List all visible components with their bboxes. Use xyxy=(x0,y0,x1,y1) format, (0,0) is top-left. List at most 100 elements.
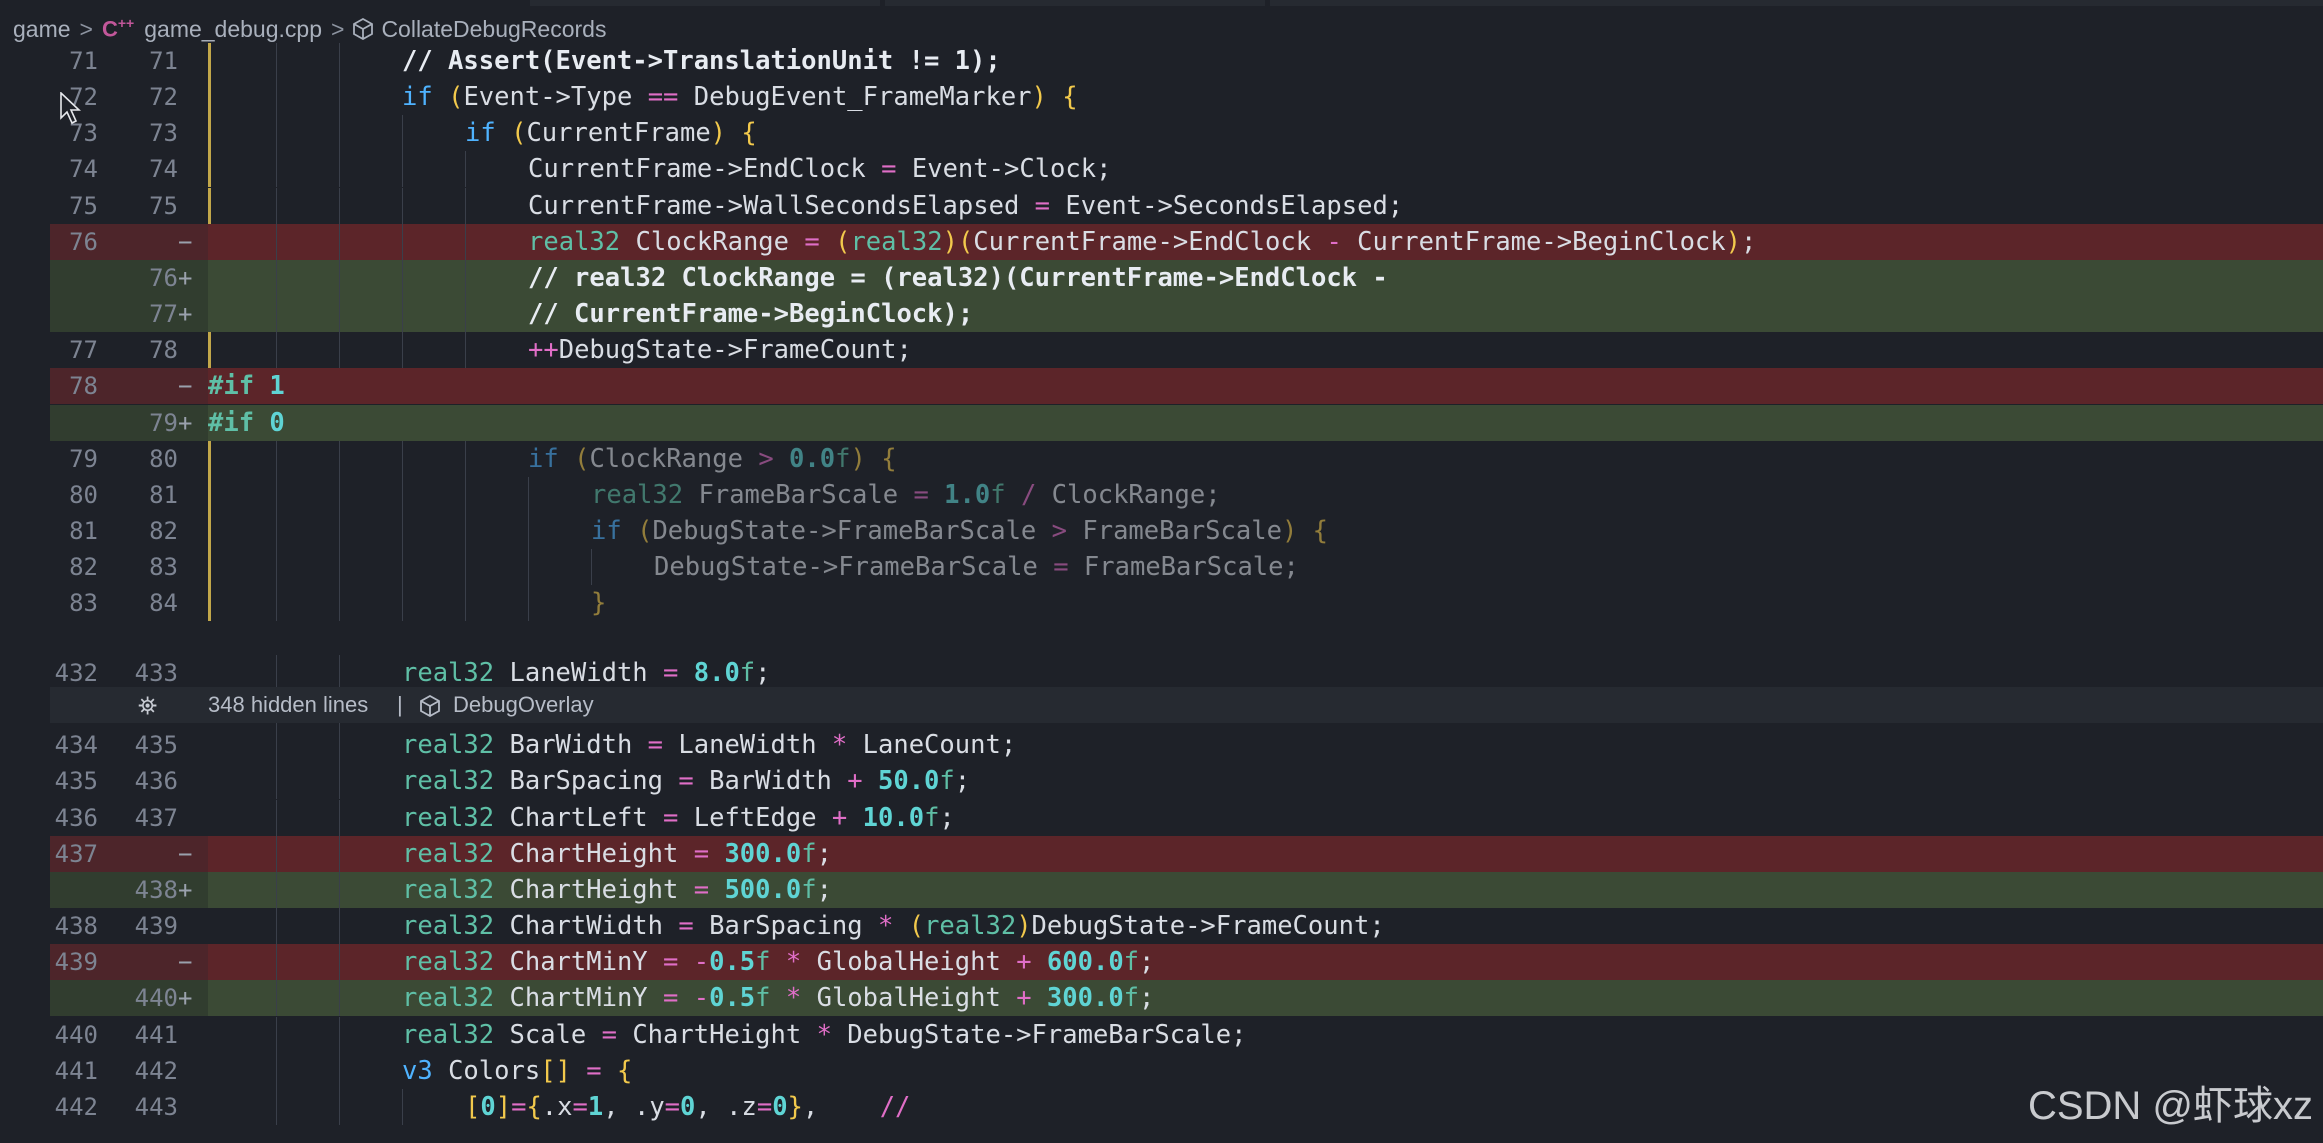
code-line[interactable]: 438 439 real32 ChartWidth = BarSpacing * (… xyxy=(50,908,2323,945)
indent-guide xyxy=(339,259,340,296)
removed-line[interactable]: 437 − real32 ChartHeight = 300.0f; xyxy=(50,835,2323,872)
code-text[interactable]: CurrentFrame->WallSecondsElapsed = Event… xyxy=(208,188,2323,224)
code-text[interactable]: // Assert(Event->TranslationUnit != 1); xyxy=(208,43,2323,79)
old-line-number: 435 xyxy=(54,767,98,796)
indent-guide xyxy=(402,585,403,622)
indent-guide xyxy=(276,151,277,188)
hidden-lines-bar[interactable]: ⛯ 348 hidden lines | DebugOverlay xyxy=(50,687,2323,723)
old-line-number: 75 xyxy=(69,191,98,220)
code-text[interactable]: [0]={.x=1, .y=0, .z=0}, // xyxy=(208,1089,2323,1125)
code-text[interactable]: real32 Scale = ChartHeight * DebugState-… xyxy=(208,1017,2323,1053)
removed-marker: − xyxy=(178,948,193,977)
indent-guide xyxy=(276,763,277,800)
breadcrumb-symbol[interactable]: CollateDebugRecords xyxy=(381,16,606,43)
new-line-number: 441 xyxy=(134,1020,178,1049)
code-text[interactable]: DebugState->FrameBarScale = FrameBarScal… xyxy=(208,549,2323,585)
code-text[interactable]: real32 ChartMinY = -0.5f * GlobalHeight … xyxy=(208,944,2323,981)
new-line-number: 82 xyxy=(149,516,178,545)
indent-guide xyxy=(528,549,529,586)
code-line[interactable]: 432 433 real32 LaneWidth = 8.0f; xyxy=(50,655,2323,691)
code-text[interactable]: if (ClockRange > 0.0f) { xyxy=(208,441,2323,477)
indent-guide xyxy=(276,980,277,1017)
added-line[interactable]: 440 + real32 ChartMinY = -0.5f * GlobalHei… xyxy=(50,980,2323,1017)
indent-guide xyxy=(339,440,340,477)
code-text[interactable]: CurrentFrame->EndClock = Event->Clock; xyxy=(208,151,2323,187)
unfold-icon[interactable]: ⛯ xyxy=(138,693,157,721)
breadcrumb-root[interactable]: game xyxy=(13,16,71,43)
code-line[interactable]: 440 441 real32 Scale = ChartHeight * Debug… xyxy=(50,1016,2323,1053)
code-line[interactable]: 71 71 // Assert(Event->TranslationUnit != … xyxy=(50,43,2323,79)
indent-guide xyxy=(339,727,340,764)
code-text[interactable]: real32 ChartHeight = 300.0f; xyxy=(208,835,2323,872)
code-text[interactable]: } xyxy=(208,585,2323,621)
indent-guide xyxy=(276,1052,277,1089)
code-text[interactable]: #if 1 xyxy=(208,368,2323,405)
hidden-lines-count[interactable]: 348 hidden lines xyxy=(208,692,368,718)
indent-guide xyxy=(402,332,403,369)
code-line[interactable]: 435 436 real32 BarSpacing = BarWidth + 50.… xyxy=(50,763,2323,800)
indent-guide xyxy=(276,549,277,586)
code-text[interactable]: real32 ClockRange = (real32)(CurrentFram… xyxy=(208,223,2323,260)
code-line[interactable]: 75 75 CurrentFrame->WallSecondsElapsed = E… xyxy=(50,187,2323,224)
code-line[interactable]: 81 82 if (DebugState->FrameBarScale > Fram… xyxy=(50,512,2323,549)
code-line[interactable]: 79 80 if (ClockRange > 0.0f) { xyxy=(50,440,2323,477)
new-line-number: 71 xyxy=(149,47,178,75)
code-line[interactable]: 442 443 [0]={.x=1, .y=0, .z=0}, // xyxy=(50,1088,2323,1125)
code-line[interactable]: 441 442 v3 Colors[] = { xyxy=(50,1052,2323,1089)
code-text[interactable]: if (DebugState->FrameBarScale > FrameBar… xyxy=(208,513,2323,549)
code-text[interactable]: // real32 ClockRange = (real32)(CurrentF… xyxy=(208,259,2323,296)
added-line[interactable]: 76 + // real32 ClockRange = (real32)(Curre… xyxy=(50,259,2323,296)
code-text[interactable]: real32 ChartHeight = 500.0f; xyxy=(208,871,2323,908)
indent-guide xyxy=(465,332,466,369)
code-line[interactable]: 83 84} xyxy=(50,585,2323,622)
code-text[interactable]: real32 ChartLeft = LeftEdge + 10.0f; xyxy=(208,800,2323,836)
added-line[interactable]: 438 + real32 ChartHeight = 500.0f; xyxy=(50,871,2323,908)
code-text[interactable]: real32 FrameBarScale = 1.0f / ClockRange… xyxy=(208,477,2323,513)
removed-line[interactable]: 76 − real32 ClockRange = (real32)(CurrentF… xyxy=(50,223,2323,260)
code-line[interactable]: 434 435 real32 BarWidth = LaneWidth * Lane… xyxy=(50,727,2323,764)
new-line-number: 83 xyxy=(149,553,178,582)
code-line[interactable]: 72 72 if (Event->Type == DebugEvent_FrameM… xyxy=(50,79,2323,116)
added-line[interactable]: 79 + #if 0 xyxy=(50,404,2323,441)
new-line-number: 435 xyxy=(134,731,178,760)
breadcrumb-separator: > xyxy=(79,15,93,42)
code-text[interactable]: real32 ChartMinY = -0.5f * GlobalHeight … xyxy=(208,980,2323,1017)
new-line-number: 436 xyxy=(134,767,178,796)
mouse-pointer-icon xyxy=(60,92,82,125)
code-line[interactable]: 80 81 real32 FrameBarScale = 1.0f / ClockR… xyxy=(50,476,2323,513)
fold-symbol[interactable]: DebugOverlay xyxy=(453,692,594,718)
code-line[interactable]: 82 83 DebugState->FrameBarScale = FrameBar… xyxy=(50,549,2323,586)
indent-guide xyxy=(339,187,340,224)
indent-guide xyxy=(276,43,277,79)
new-line-number: 433 xyxy=(134,659,178,687)
code-text[interactable]: ++DebugState->FrameCount; xyxy=(208,332,2323,368)
breadcrumb-file[interactable]: game_debug.cpp xyxy=(144,16,322,43)
indent-guide xyxy=(465,549,466,586)
code-text[interactable]: real32 ChartWidth = BarSpacing * (real32… xyxy=(208,908,2323,944)
code-text[interactable]: real32 BarSpacing = BarWidth + 50.0f; xyxy=(208,763,2323,799)
code-text[interactable]: #if 0 xyxy=(208,404,2323,441)
removed-line[interactable]: 439 − real32 ChartMinY = -0.5f * GlobalHei… xyxy=(50,944,2323,981)
code-text[interactable]: real32 LaneWidth = 8.0f; xyxy=(208,655,2323,691)
code-line[interactable]: 73 73 if (CurrentFrame) { xyxy=(50,115,2323,152)
new-line-number: 80 xyxy=(149,444,178,473)
new-line-number: 84 xyxy=(149,589,178,618)
code-text[interactable]: if (Event->Type == DebugEvent_FrameMarke… xyxy=(208,79,2323,115)
code-text[interactable]: real32 BarWidth = LaneWidth * LaneCount; xyxy=(208,727,2323,763)
indent-guide xyxy=(339,512,340,549)
diff-editor[interactable]: 71 71 // Assert(Event->TranslationUnit != … xyxy=(0,43,2323,1143)
indent-guide xyxy=(528,512,529,549)
old-line-number: 440 xyxy=(54,1020,98,1049)
indent-guide xyxy=(465,476,466,513)
code-line[interactable]: 74 74 CurrentFrame->EndClock = Event->Cloc… xyxy=(50,151,2323,188)
new-line-number: 77 xyxy=(149,300,178,329)
indent-guide xyxy=(465,512,466,549)
code-text[interactable]: if (CurrentFrame) { xyxy=(208,115,2323,151)
added-line[interactable]: 77 + // CurrentFrame->BeginClock); xyxy=(50,296,2323,333)
cube-icon xyxy=(353,18,374,40)
code-text[interactable]: v3 Colors[] = { xyxy=(208,1053,2323,1089)
code-line[interactable]: 77 78 ++DebugState->FrameCount; xyxy=(50,332,2323,369)
code-text[interactable]: // CurrentFrame->BeginClock); xyxy=(208,296,2323,333)
code-line[interactable]: 436 437 real32 ChartLeft = LeftEdge + 10.0… xyxy=(50,799,2323,836)
removed-line[interactable]: 78 − #if 1 xyxy=(50,368,2323,405)
